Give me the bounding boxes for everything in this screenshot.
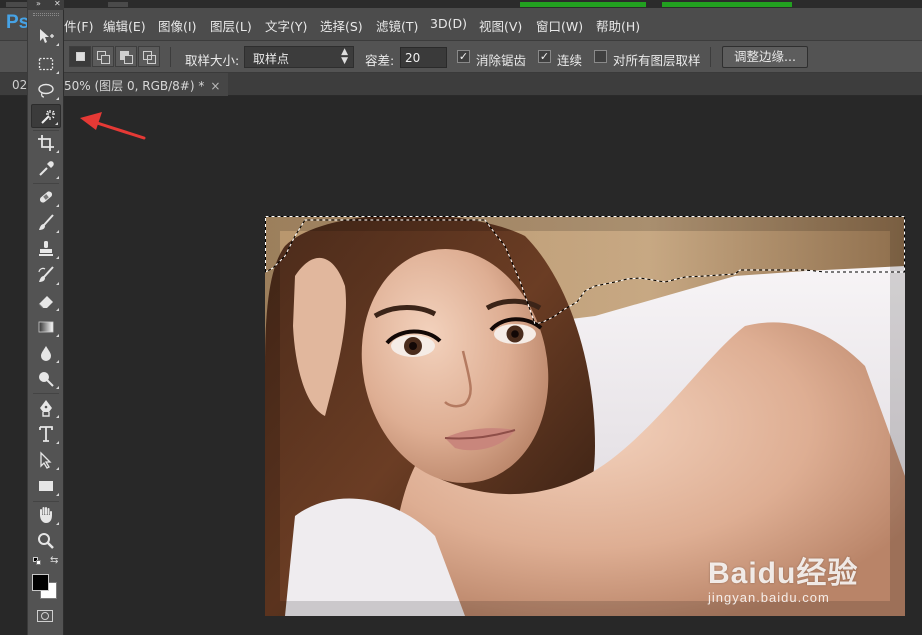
document-tab-title: 50% (图层 0, RGB/8#) * (64, 79, 205, 93)
close-icon[interactable]: ✕ (54, 0, 61, 8)
watermark-url: jingyan.baidu.com (708, 590, 830, 605)
refine-edge-button[interactable]: 调整边缘... (722, 46, 808, 68)
tools-panel: » ✕ ⇆ (27, 0, 64, 635)
window-tab-chip[interactable] (108, 2, 128, 7)
progress-bar (662, 2, 792, 7)
drop-icon (41, 346, 51, 361)
window-top-strip (0, 0, 922, 8)
brush-tool[interactable] (31, 211, 61, 235)
shape-tool[interactable] (31, 474, 61, 498)
blur-tool[interactable] (31, 341, 61, 365)
separator (170, 47, 171, 67)
pen-tool[interactable] (31, 396, 61, 420)
new-selection-button[interactable] (69, 46, 91, 67)
menu-view[interactable]: 视图(V) (479, 16, 522, 35)
foreground-color-swatch[interactable] (32, 574, 49, 591)
app-logo: Ps (6, 12, 30, 33)
close-icon[interactable]: × (210, 79, 220, 93)
eraser-tool[interactable] (31, 289, 61, 313)
menu-window[interactable]: 窗口(W) (536, 16, 583, 35)
menu-image[interactable]: 图像(I) (158, 16, 196, 35)
tolerance-input[interactable]: 20 (400, 47, 447, 68)
all-layers-checkbox[interactable] (594, 50, 607, 63)
watermark: Baidu经验 jingyan.baidu.com (708, 548, 858, 605)
swap-colors-icon[interactable]: ⇆ (50, 555, 58, 566)
eyedropper-icon (39, 161, 54, 176)
path-selection-tool[interactable] (31, 448, 61, 472)
menu-type[interactable]: 文字(Y) (265, 16, 307, 35)
antialias-checkbox[interactable]: ✓ (457, 50, 470, 63)
new-selection-icon (76, 52, 85, 61)
history-brush-tool[interactable] (31, 263, 61, 287)
dodge-tool[interactable] (31, 367, 61, 391)
toolbox-header[interactable]: » ✕ (28, 0, 64, 10)
intersect-selection-button[interactable] (138, 46, 160, 67)
crop-icon (38, 135, 54, 151)
updown-arrows-icon: ▲ ▼ (341, 47, 348, 66)
history-brush-icon (38, 266, 54, 282)
stamp-icon (39, 241, 53, 256)
crop-tool[interactable] (31, 131, 61, 155)
path-select-icon (40, 451, 52, 469)
menu-select[interactable]: 选择(S) (320, 16, 363, 35)
sample-size-value: 取样点 (253, 52, 290, 66)
eraser-icon (38, 296, 53, 309)
rect-marquee-icon (38, 57, 54, 71)
contiguous-checkbox[interactable]: ✓ (538, 50, 551, 63)
separator (710, 47, 711, 67)
toolbox-grip[interactable] (33, 13, 59, 16)
healing-brush-tool[interactable] (31, 185, 61, 209)
dodge-icon (39, 372, 54, 387)
sample-size-label: 取样大小: (185, 53, 240, 68)
zoom-tool[interactable] (31, 529, 61, 553)
document-tab-inactive[interactable]: 02 (12, 78, 27, 92)
add-selection-button[interactable] (92, 46, 114, 67)
menu-help[interactable]: 帮助(H) (596, 16, 640, 35)
lasso-icon (38, 83, 54, 98)
magic-wand-icon (41, 110, 55, 124)
marquee-tool[interactable] (31, 52, 61, 76)
subtract-selection-button[interactable] (115, 46, 137, 67)
zoom-icon (38, 533, 54, 549)
contiguous-label: 连续 (557, 53, 583, 68)
quick-mask-icon (41, 612, 49, 620)
move-icon (40, 29, 54, 43)
document-tab-active[interactable]: 50% (图层 0, RGB/8#) * × (62, 73, 229, 96)
pen-icon (40, 400, 52, 417)
hand-icon (40, 507, 52, 523)
type-icon (39, 426, 53, 442)
clone-stamp-tool[interactable] (31, 237, 61, 261)
lasso-tool[interactable] (31, 78, 61, 102)
sample-size-select[interactable]: 取样点 ▲ ▼ (244, 46, 354, 68)
eyedropper-tool[interactable] (31, 157, 61, 181)
type-tool[interactable] (31, 422, 61, 446)
magic-wand-tool[interactable] (31, 104, 61, 128)
menu-filter[interactable]: 滤镜(T) (376, 16, 418, 35)
default-colors-icon[interactable] (33, 557, 41, 565)
antialias-label: 消除锯齿 (476, 53, 527, 68)
menu-bar: Ps 件(F) 编辑(E) 图像(I) 图层(L) 文字(Y) 选择(S) 滤镜… (0, 8, 922, 40)
move-tool[interactable] (31, 24, 61, 48)
quick-mask-button[interactable] (37, 610, 53, 622)
gradient-tool[interactable] (31, 315, 61, 339)
options-bar: 取样大小: 取样点 ▲ ▼ 容差: 20 ✓ 消除锯齿 ✓ 连续 对所有图层取样 … (0, 40, 922, 73)
tolerance-label: 容差: (365, 53, 395, 68)
menu-file[interactable]: 件(F) (64, 16, 93, 35)
bandage-icon (39, 191, 53, 203)
menu-edit[interactable]: 编辑(E) (103, 16, 146, 35)
menu-layer[interactable]: 图层(L) (210, 16, 252, 35)
collapse-icon[interactable]: » (36, 0, 41, 8)
rectangle-shape-icon (39, 481, 53, 491)
menu-3d[interactable]: 3D(D) (430, 16, 467, 31)
hand-tool[interactable] (31, 503, 61, 527)
watermark-logo: Baidu经验 (708, 557, 859, 590)
all-layers-label: 对所有图层取样 (613, 53, 701, 68)
brush-icon (39, 214, 54, 230)
progress-bar (520, 2, 646, 7)
document-tab-bar: 02 50% (图层 0, RGB/8#) * × (0, 73, 922, 96)
gradient-icon (38, 321, 54, 333)
